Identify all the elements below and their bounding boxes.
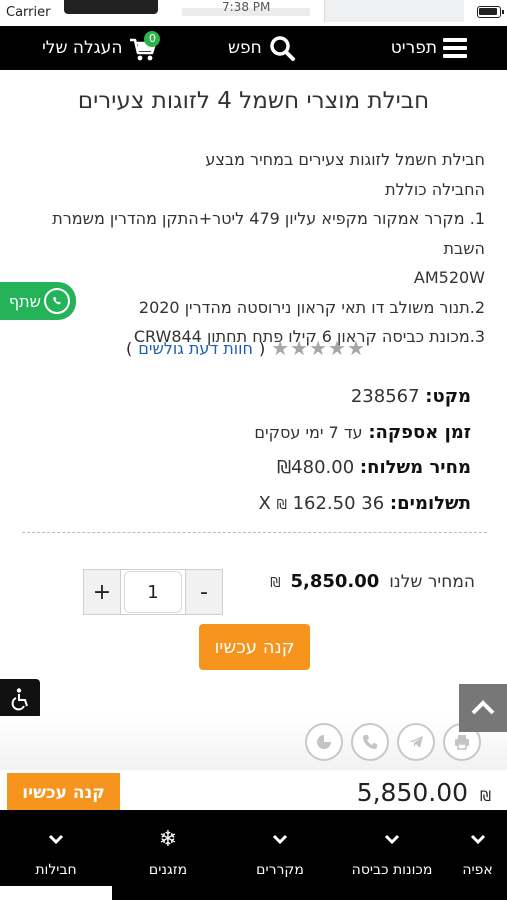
sticky-price-currency: ₪ bbox=[480, 789, 491, 805]
active-category-indicator bbox=[0, 886, 112, 900]
reviews-link[interactable]: חוות דעת גולשים bbox=[138, 339, 253, 358]
quantity-stepper: + 1 - bbox=[83, 569, 223, 615]
search-button[interactable]: חפש bbox=[228, 26, 296, 70]
payments-label: תשלומים: bbox=[389, 492, 471, 514]
sticky-price: ₪ 5,850.00 bbox=[357, 778, 491, 807]
sku-value: 238567 bbox=[350, 386, 420, 407]
search-label: חפש bbox=[228, 38, 262, 58]
description-line: חבילת חשמל לזוגות צעירים במחיר מבצע bbox=[205, 150, 485, 169]
menu-button[interactable]: תפריט bbox=[391, 26, 467, 70]
star-icon: ★ bbox=[328, 336, 346, 360]
category-label: מכונות כביסה bbox=[351, 862, 433, 878]
buy-now-button[interactable]: קנה עכשיו bbox=[199, 624, 310, 670]
payments-x: X bbox=[258, 492, 271, 514]
battery-icon bbox=[477, 6, 504, 18]
category-air-conditioners[interactable]: ❄ מזגנים bbox=[112, 810, 224, 900]
category-label: חבילות bbox=[35, 862, 77, 878]
clock: 7:38 PM bbox=[222, 0, 271, 14]
delivery-value: עד 7 ימי עסקים bbox=[254, 422, 363, 442]
pie-chart-icon[interactable] bbox=[305, 723, 343, 761]
wheelchair-icon bbox=[11, 688, 28, 711]
sku-row: מקט: 238567 bbox=[254, 379, 471, 415]
whatsapp-share-button[interactable]: שתף bbox=[0, 282, 76, 320]
qty-field-wrap: 1 bbox=[121, 569, 185, 615]
quantity-input[interactable]: 1 bbox=[124, 571, 182, 613]
top-nav: תפריט חפש 0 העגלה שלי bbox=[0, 26, 507, 70]
paren-close: ) bbox=[258, 338, 266, 358]
chevron-up-icon bbox=[471, 700, 495, 715]
payments-count: 36 bbox=[361, 492, 385, 514]
cart-button[interactable]: 0 העגלה שלי bbox=[42, 26, 161, 70]
chevron-down-icon bbox=[384, 824, 400, 854]
category-label: מזגנים bbox=[148, 862, 188, 878]
payments-value: 162.50 bbox=[292, 492, 356, 514]
category-washing-machines[interactable]: מכונות כביסה bbox=[336, 810, 448, 900]
qty-minus-button[interactable]: - bbox=[185, 569, 223, 615]
shipping-row: מחיר משלוח: ₪480.00 bbox=[254, 450, 471, 486]
accessibility-button[interactable] bbox=[0, 679, 40, 719]
cart-label: העגלה שלי bbox=[42, 38, 123, 58]
sticky-buy-button[interactable]: קנה עכשיו bbox=[7, 773, 120, 813]
cart-icon: 0 bbox=[128, 31, 161, 63]
shipping-value: ₪480.00 bbox=[277, 457, 355, 478]
description-line: החבילה כוללת bbox=[385, 179, 485, 199]
whatsapp-icon bbox=[44, 288, 70, 314]
star-icon: ★ bbox=[271, 336, 290, 360]
delivery-row: זמן אספקה: עד 7 ימי עסקים bbox=[254, 415, 471, 451]
price-currency: ₪ bbox=[270, 576, 281, 591]
rating-row: ( חוות דעת גולשים ) ★ ★ ★ ★ ★ bbox=[126, 336, 365, 360]
search-icon bbox=[270, 36, 295, 61]
sticky-buy-bar: קנה עכשיו ₪ 5,850.00 bbox=[0, 770, 507, 813]
shipping-label: מחיר משלוח: bbox=[359, 457, 471, 478]
banner-image-fridge bbox=[324, 0, 464, 22]
banner-image-appliance bbox=[64, 0, 158, 14]
phone-icon[interactable] bbox=[351, 723, 389, 761]
sticky-price-value: 5,850.00 bbox=[356, 778, 469, 807]
telegram-icon[interactable] bbox=[397, 723, 435, 761]
description-line: 2.תנור משולב דו תאי קראון נירוסטה מהדרין… bbox=[138, 297, 485, 317]
status-bar: Carrier 7:38 PM bbox=[0, 0, 507, 26]
category-label: מקררים bbox=[256, 862, 304, 878]
category-baking[interactable]: אפיה bbox=[448, 810, 507, 900]
share-icons bbox=[305, 723, 481, 761]
product-title: חבילת מוצרי חשמל 4 לזוגות צעירים bbox=[77, 88, 430, 114]
chevron-down-icon bbox=[272, 824, 288, 854]
category-refrigerators[interactable]: מקררים bbox=[224, 810, 336, 900]
price-value: 5,850.00 bbox=[290, 571, 380, 592]
sku-label: מקט: bbox=[425, 386, 471, 407]
star-icon: ★ bbox=[346, 336, 365, 360]
product-description: חבילת חשמל לזוגות צעירים במחיר מבצע החבי… bbox=[15, 145, 485, 352]
chevron-down-icon bbox=[48, 824, 64, 854]
product-details: מקט: 238567 זמן אספקה: עד 7 ימי עסקים מח… bbox=[254, 379, 471, 523]
delivery-label: זמן אספקה: bbox=[368, 421, 471, 443]
star-icon: ★ bbox=[290, 336, 309, 360]
divider bbox=[22, 532, 487, 533]
scroll-to-top-button[interactable] bbox=[459, 684, 507, 732]
hamburger-icon bbox=[443, 38, 467, 58]
chevron-down-icon bbox=[470, 824, 486, 854]
our-price-label: המחיר שלנו bbox=[389, 572, 475, 592]
menu-label: תפריט bbox=[390, 38, 437, 58]
payments-currency: ₪ bbox=[276, 497, 287, 513]
payments-row: תשלומים: 36 X ₪ 162.50 bbox=[254, 486, 471, 524]
star-icon: ★ bbox=[309, 336, 328, 360]
description-line: AM520W bbox=[413, 268, 485, 287]
paren-open: ( bbox=[126, 338, 133, 358]
our-price: המחיר שלנו 5,850.00 ₪ bbox=[270, 571, 475, 592]
category-label: אפיה bbox=[462, 862, 493, 878]
snowflake-icon: ❄ bbox=[158, 826, 178, 852]
carrier-label: Carrier bbox=[6, 5, 51, 20]
share-label: שתף bbox=[8, 291, 41, 311]
qty-plus-button[interactable]: + bbox=[83, 569, 121, 615]
description-line: 1. מקרר אמקור מקפיא עליון 479 ליטר+התקן … bbox=[52, 209, 485, 258]
rating-stars: ★ ★ ★ ★ ★ bbox=[271, 336, 365, 360]
